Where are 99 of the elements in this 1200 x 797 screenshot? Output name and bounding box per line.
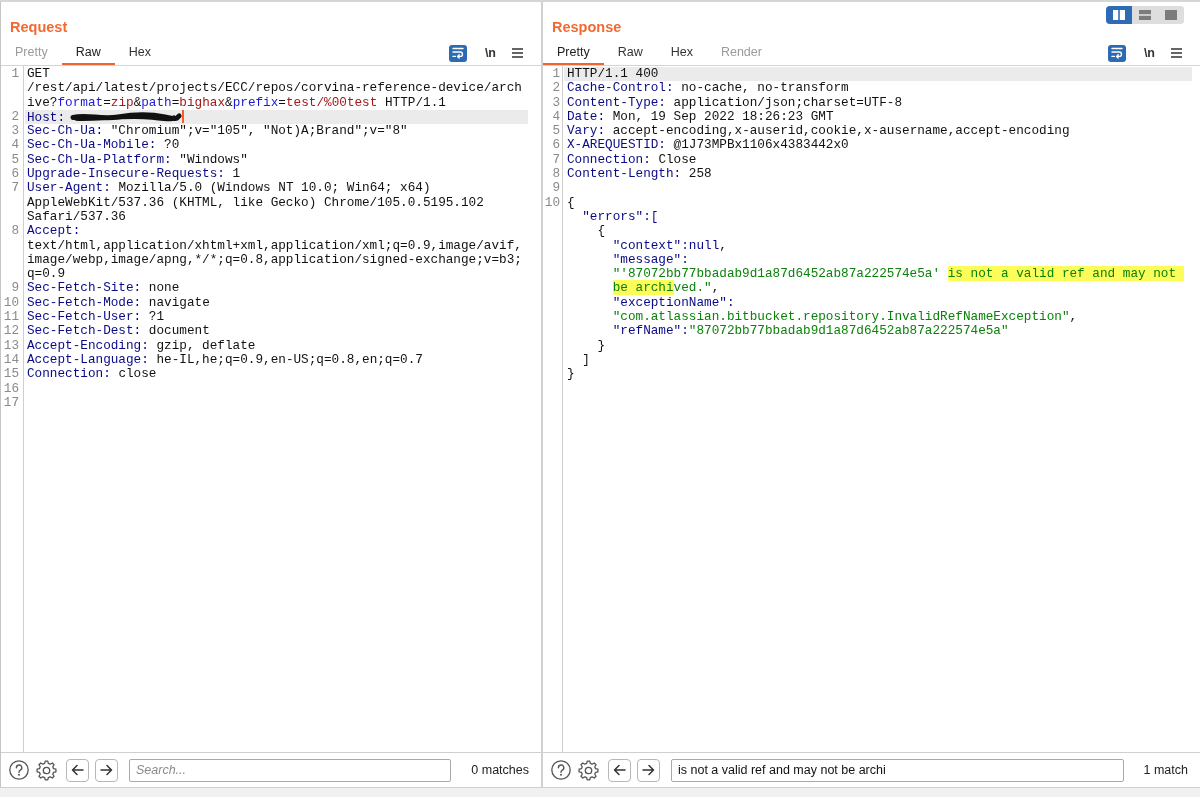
forward-button[interactable] [95, 758, 118, 782]
back-button[interactable] [608, 758, 631, 782]
line-number: 9 [10, 281, 20, 296]
match-count: 0 matches [471, 763, 529, 777]
code-line: Connection: close [27, 367, 157, 382]
right-arrow-icon [642, 764, 655, 776]
line-number: 7 [551, 152, 561, 168]
code-line: Sec-Fetch-User: ?1 [27, 310, 165, 325]
code-line: Content-Length: 258 [567, 167, 712, 182]
line-number: 4 [551, 109, 561, 125]
layout-toggle-button[interactable] [1106, 6, 1132, 24]
code-line: "context":null, [612, 238, 727, 253]
code-line: "com.atlassian.bitbucket.repository.InvalidRefNameException", [612, 310, 1078, 325]
code-line: Sec-Fetch-Mode: navigate [27, 295, 210, 311]
menu-icon [511, 48, 523, 58]
wrap-lines-button[interactable] [448, 44, 467, 62]
columns-icon [1113, 10, 1125, 20]
help-icon[interactable] [551, 760, 571, 780]
code-line: Accept-Language: he-IL,he;q=0.9,en-US;q=0.8,en;q=0.7 [27, 352, 423, 368]
code-line: { [567, 195, 575, 210]
line-number: 12 [2, 324, 20, 339]
code-line: Content-Type: application/json;charset=UTF-8 [567, 95, 902, 110]
code-line: Accept-Encoding: gzip, deflate [27, 338, 256, 353]
back-button[interactable] [66, 758, 89, 782]
wrap-lines-icon [451, 47, 464, 59]
line-number: 5 [10, 152, 20, 168]
code-line: Vary: accept-encoding,x-auserid,cookie,x-ausername,accept-encoding [567, 124, 1070, 139]
line-number: 2 [10, 109, 20, 125]
line-number: 8 [551, 167, 561, 182]
line-number: 2 [551, 81, 561, 96]
code-text: , [711, 280, 720, 296]
code-line: { [597, 224, 606, 239]
left-arrow-icon [613, 764, 626, 776]
code-text: Host: [27, 109, 66, 125]
square-icon [1165, 10, 1177, 20]
line-number: 7 [10, 181, 20, 198]
code-line: HTTP/1.1 400 [567, 67, 659, 82]
forward-button[interactable] [637, 758, 660, 782]
line-number: 8 [10, 224, 20, 241]
code-text: "'87072bb77bbadab9d1a87d6452ab87a222574e5a' [612, 266, 942, 282]
code-line: Sec-Ch-Ua-Platform: "Windows" [27, 152, 248, 168]
editor-tab[interactable]: Hex [114, 41, 165, 65]
right-arrow-icon [100, 764, 113, 776]
line-number: 3 [551, 95, 561, 110]
line-number: 10 [2, 295, 20, 311]
code-line: Upgrade-Insecure-Requests: 1 [27, 167, 241, 182]
search-match: is not a valid ref and may not [947, 266, 1184, 282]
menu-icon [1170, 48, 1182, 58]
line-number: 13 [2, 338, 20, 353]
newline-toggle[interactable]: \n [482, 44, 498, 62]
code-line: "exceptionName": [612, 295, 735, 311]
code-line: } [597, 338, 606, 353]
code-line: "message": [612, 252, 689, 268]
line-number: 3 [10, 124, 20, 139]
code-line: Connection: Close [567, 152, 697, 168]
line-number: 11 [2, 310, 20, 325]
search-field[interactable]: is not a valid ref and may not be archi [671, 758, 1124, 782]
help-icon[interactable] [9, 760, 29, 780]
search-match: be archi [612, 280, 674, 296]
line-number: 1 [10, 67, 20, 83]
code-line: "refName":"87072bb77bbadab9d1a87d6452ab87a222574e5a" [612, 324, 1009, 339]
code-line: "errors":[ [582, 209, 659, 225]
code-text: ved." [673, 280, 712, 296]
code-line: X-AREQUESTID: @1J73MPBx1106x4383442x0 [567, 138, 849, 153]
line-number: 9 [551, 181, 561, 196]
line-number: 1 [551, 67, 561, 82]
code-line: GET /rest/api/latest/projects/ECC/repos/corvina-reference-device/archive?format=zip&path=bighax&prefix=test/%00test HTTP/1.1 [27, 67, 522, 110]
line-number: 6 [10, 167, 20, 182]
code-line: } [567, 367, 575, 382]
line-number: 10 [543, 195, 561, 212]
panel-title: Request [10, 18, 68, 37]
code-line: Sec-Fetch-Dest: document [27, 324, 210, 339]
code-line: Sec-Ch-Ua-Mobile: ?0 [27, 138, 180, 153]
line-number: 15 [2, 367, 20, 382]
line-number: 6 [551, 138, 561, 153]
line-number: 4 [10, 138, 20, 153]
newline-toggle[interactable]: \n [1141, 44, 1157, 62]
line-number: 17 [2, 395, 20, 411]
code-line: Sec-Ch-Ua: "Chromium";v="105", "Not)A;Brand";v="8" [27, 124, 408, 139]
search-field[interactable]: Search... [129, 758, 452, 782]
code-line: User-Agent: Mozilla/5.0 (Windows NT 10.0; Win64; x64) AppleWebKit/537.36 (KHTML, like Gecko) Chrome/105.0.5195.102 Safari/537.36 [27, 181, 485, 225]
match-count: 1 match [1143, 763, 1188, 777]
wrap-lines-icon [1110, 47, 1123, 59]
line-number: 5 [551, 124, 561, 139]
wrap-lines-button[interactable] [1107, 44, 1126, 62]
editor-tab[interactable]: Raw [603, 41, 657, 65]
line-number: 16 [2, 381, 20, 396]
rows-icon [1139, 10, 1151, 20]
code-line: Cache-Control: no-cache, no-transform [567, 81, 849, 96]
panel-title: Response [552, 18, 622, 37]
code-line: Date: Mon, 19 Sep 2022 18:26:23 GMT [567, 109, 834, 125]
settings-icon[interactable] [578, 759, 599, 781]
code-line: ] [582, 352, 590, 368]
scribble-icon [70, 110, 183, 123]
left-arrow-icon [71, 764, 84, 776]
editor-tab[interactable]: Hex [656, 41, 707, 65]
code-line: Sec-Fetch-Site: none [27, 281, 180, 296]
settings-icon[interactable] [36, 759, 57, 781]
line-number: 14 [2, 352, 20, 368]
